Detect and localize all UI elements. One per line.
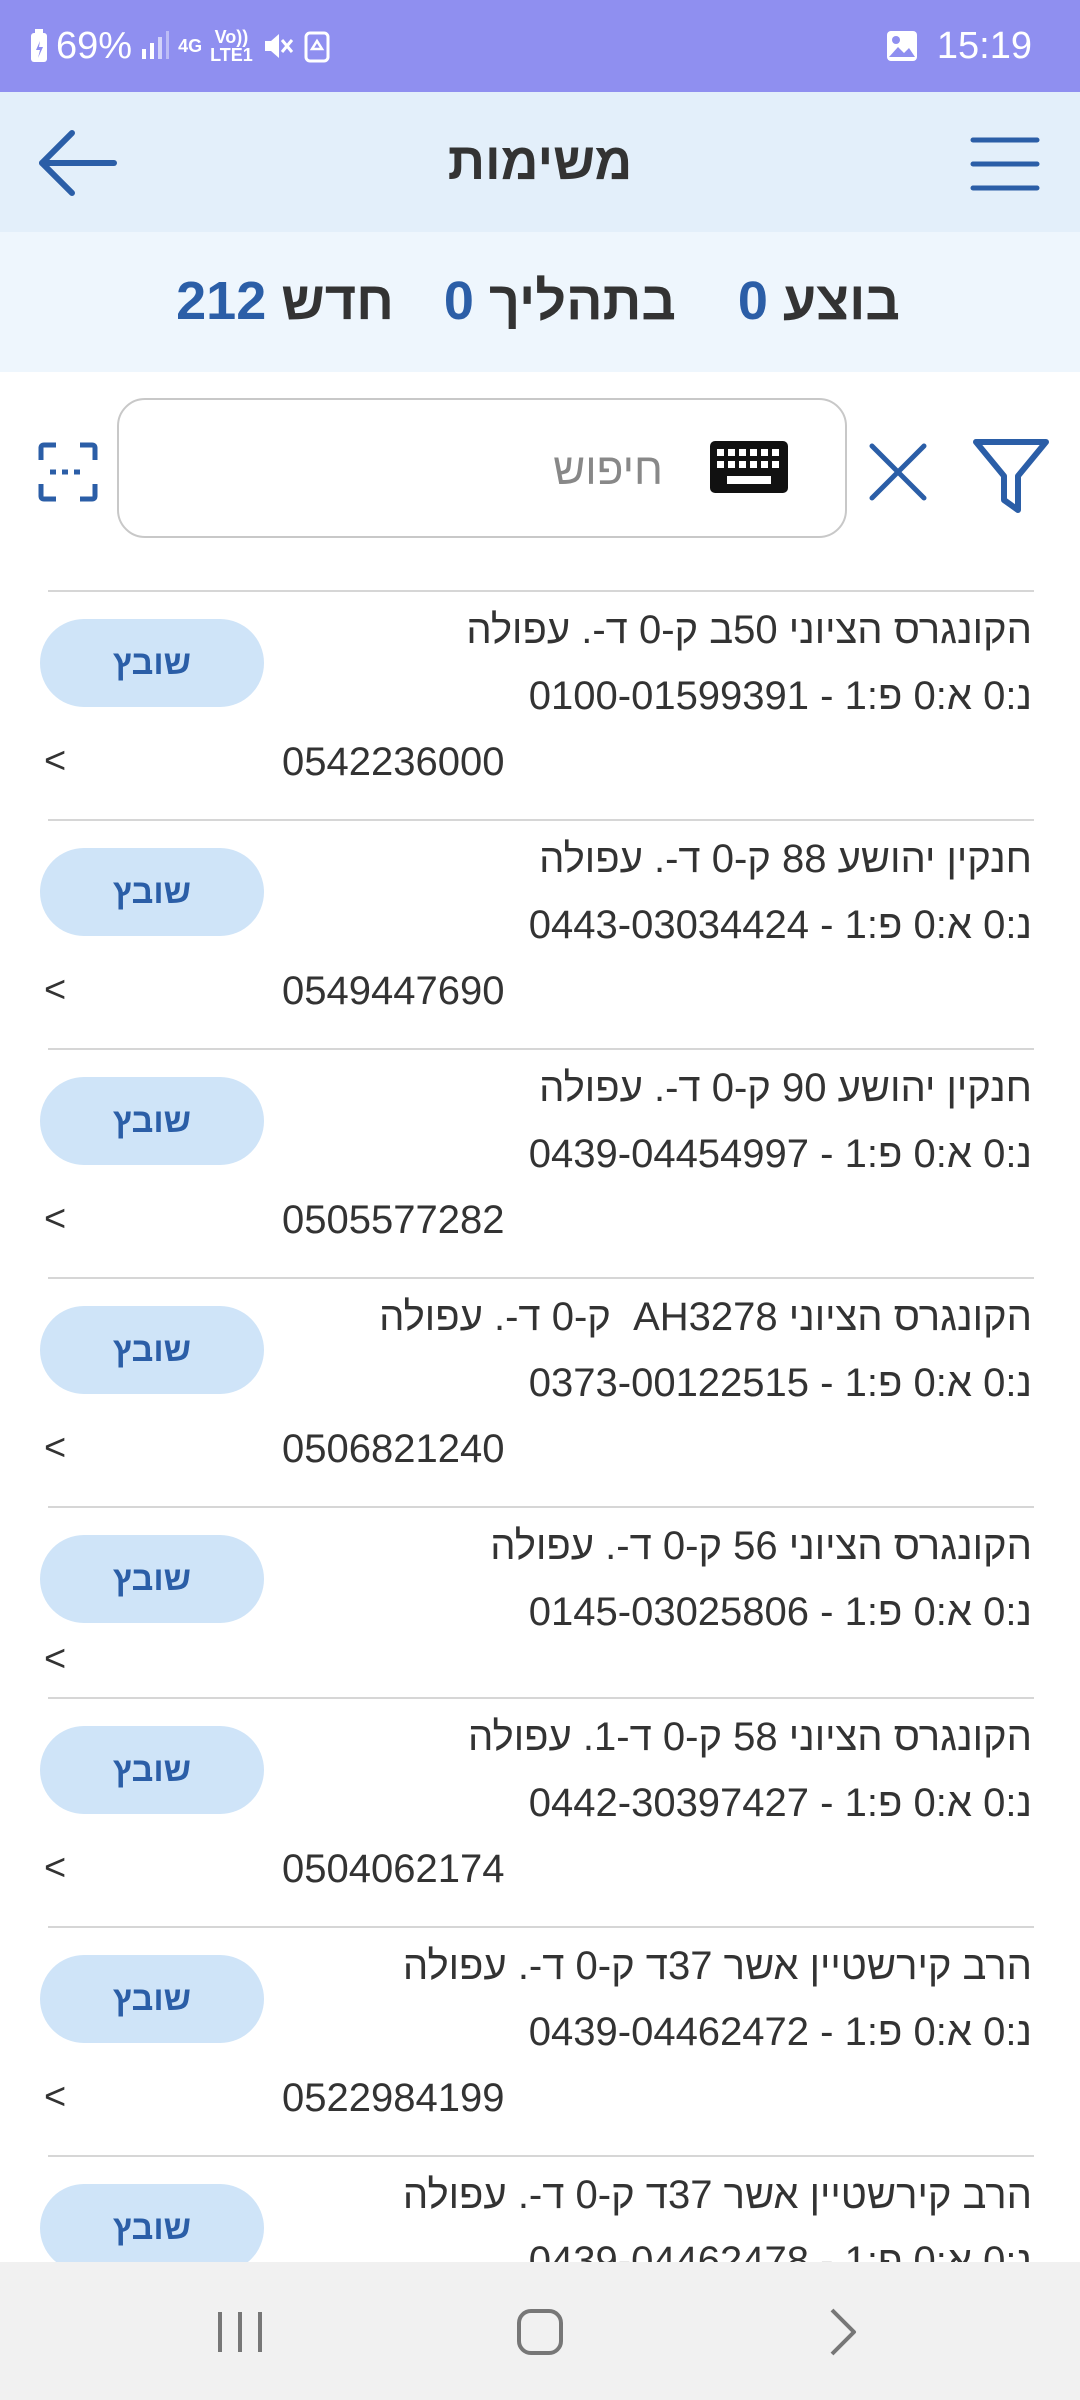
task-phone[interactable]: 0549447690 <box>282 969 504 1014</box>
task-ids: נ:0 א:0 פ:1 - 0439-04462472 <box>528 2010 1032 2054</box>
task-phone[interactable]: 0505577282 <box>282 1198 504 1243</box>
row-divider <box>48 819 1034 821</box>
chevron-icon[interactable]: < <box>44 2076 66 2119</box>
task-ids: נ:0 א:0 פ:1 - 0145-03025806 <box>528 1590 1032 1634</box>
task-ids: נ:0 א:0 פ:1 - 0373-00122515 <box>528 1361 1032 1405</box>
chevron-icon[interactable]: < <box>44 1638 66 1681</box>
battery-icon <box>30 29 48 63</box>
row-divider <box>48 1506 1034 1508</box>
chevron-icon[interactable]: < <box>44 1198 66 1241</box>
row-divider <box>48 1926 1034 1928</box>
page-title: משימות <box>447 133 633 191</box>
counter-done-label: בוצע <box>782 271 900 331</box>
status-badge[interactable]: שובץ <box>40 1077 264 1165</box>
row-divider <box>48 2155 1034 2157</box>
barcode-scan-icon <box>38 442 98 502</box>
home-button[interactable] <box>510 2302 570 2362</box>
task-ids: נ:0 א:0 פ:1 - 0443-03034424 <box>528 903 1032 947</box>
chevron-right-icon <box>830 2308 856 2356</box>
clear-search-button[interactable] <box>866 440 930 504</box>
status-badge[interactable]: שובץ <box>40 1535 264 1623</box>
list-item[interactable]: חנקין יהושע 88 ק-0 ד-. עפולה נ:0 א:0 פ:1… <box>0 819 1080 1047</box>
status-badge[interactable]: שובץ <box>40 1955 264 2043</box>
counter-new-value: 212 <box>176 271 267 331</box>
clock: 15:19 <box>936 24 1032 67</box>
chevron-icon[interactable]: < <box>44 1427 66 1470</box>
close-icon <box>869 443 927 501</box>
hamburger-menu-icon <box>970 137 1040 191</box>
row-divider <box>48 1048 1034 1050</box>
task-ids: נ:0 א:0 פ:1 - 0442-30397427 <box>528 1781 1032 1825</box>
search-box <box>117 398 847 538</box>
task-address: הקונגרס הציוני AH3278 ק-0 ד-. עפולה <box>379 1295 1032 1339</box>
status-badge[interactable]: שובץ <box>40 848 264 936</box>
counter-in-progress-label: בתהליך <box>488 271 676 331</box>
menu-button[interactable] <box>970 134 1040 194</box>
image-icon <box>885 29 919 63</box>
task-address: חנקין יהושע 90 ק-0 ד-. עפולה <box>539 1066 1032 1110</box>
chevron-icon[interactable]: < <box>44 1847 66 1890</box>
status-badge[interactable]: שובץ <box>40 1726 264 1814</box>
status-badge[interactable]: שובץ <box>40 1306 264 1394</box>
recent-apps-button[interactable] <box>210 2302 270 2362</box>
task-address: חנקין יהושע 88 ק-0 ד-. עפולה <box>539 837 1032 881</box>
status-badge[interactable]: שובץ <box>40 2184 264 2262</box>
task-ids: נ:0 א:0 פ:1 - 0100-01599391 <box>528 674 1032 718</box>
list-item[interactable]: הרב קירשטיין אשר 37ד ק-0 ד-. עפולה נ:0 א… <box>0 2155 1080 2262</box>
task-address: הרב קירשטיין אשר 37ד ק-0 ד-. עפולה <box>402 1944 1032 1988</box>
recent-apps-icon <box>218 2312 262 2352</box>
system-nav-bar <box>0 2262 1080 2400</box>
task-counters: בוצע 0 בתהליך 0 חדש 212 <box>0 232 1080 372</box>
counter-in-progress-value: 0 <box>443 271 474 331</box>
task-ids: נ:0 א:0 פ:1 - 0439-04454997 <box>528 1132 1032 1176</box>
filter-icon <box>973 439 1049 513</box>
keyboard-icon[interactable] <box>709 440 789 494</box>
task-phone[interactable]: 0504062174 <box>282 1847 504 1892</box>
list-item[interactable]: הקונגרס הציוני 58 ק-0 ד-1. עפולה נ:0 א:0… <box>0 1697 1080 1925</box>
status-bar-right: 15:19 <box>885 0 1032 92</box>
counter-done-value: 0 <box>737 271 768 331</box>
list-item[interactable]: הרב קירשטיין אשר 37ד ק-0 ד-. עפולה נ:0 א… <box>0 1926 1080 2154</box>
row-divider <box>48 1697 1034 1699</box>
volte-indicator: Vo)) LTE1 <box>210 28 253 64</box>
status-bar-left: 69% 4G Vo)) LTE1 <box>30 0 331 92</box>
task-phone[interactable]: 0542236000 <box>282 740 504 785</box>
home-icon <box>517 2309 563 2355</box>
volte-bottom: LTE1 <box>210 45 253 65</box>
task-ids: נ:0 א:0 פ:1 - 0439-04462478 <box>528 2239 1032 2262</box>
scan-button[interactable] <box>38 442 98 502</box>
network-type: 4G <box>178 36 203 56</box>
task-phone[interactable]: 0506821240 <box>282 1427 504 1472</box>
mute-icon <box>261 29 295 63</box>
row-divider <box>48 1277 1034 1279</box>
status-badge[interactable]: שובץ <box>40 619 264 707</box>
list-item[interactable]: חנקין יהושע 90 ק-0 ד-. עפולה נ:0 א:0 פ:1… <box>0 1048 1080 1276</box>
volte-top: Vo)) <box>214 27 249 47</box>
task-phone[interactable]: 0522984199 <box>282 2076 504 2121</box>
recycle-icon <box>303 29 331 63</box>
back-nav-button[interactable] <box>812 2302 872 2362</box>
app-header: משימות <box>0 92 1080 232</box>
chevron-icon[interactable]: < <box>44 740 66 783</box>
counter-new-label: חדש <box>281 271 394 331</box>
task-address: הקונגרס הציוני 56 ק-0 ד-. עפולה <box>490 1524 1032 1568</box>
status-bar: 69% 4G Vo)) LTE1 15:19 <box>0 0 1080 92</box>
list-item[interactable]: הקונגרס הציוני 56 ק-0 ד-. עפולה נ:0 א:0 … <box>0 1506 1080 1696</box>
battery-percent: 69% <box>56 24 133 67</box>
counter-done[interactable]: בוצע 0 <box>738 270 900 332</box>
task-address: הקונגרס הציוני 58 ק-0 ד-1. עפולה <box>467 1715 1032 1759</box>
search-input[interactable] <box>281 434 665 506</box>
counter-new[interactable]: חדש 212 <box>176 270 394 332</box>
list-item[interactable]: הקונגרס הציוני AH3278 ק-0 ד-. עפולה נ:0 … <box>0 1277 1080 1505</box>
chevron-icon[interactable]: < <box>44 969 66 1012</box>
task-list: הקונגרס הציוני 50ב ק-0 ד-. עפולה נ:0 א:0… <box>0 590 1080 2262</box>
row-divider <box>48 590 1034 592</box>
signal-icon <box>140 31 170 61</box>
counter-in-progress[interactable]: בתהליך 0 <box>444 270 676 332</box>
task-address: הקונגרס הציוני 50ב ק-0 ד-. עפולה <box>466 608 1032 652</box>
task-address: הרב קירשטיין אשר 37ד ק-0 ד-. עפולה <box>402 2173 1032 2217</box>
list-item[interactable]: הקונגרס הציוני 50ב ק-0 ד-. עפולה נ:0 א:0… <box>0 590 1080 818</box>
filter-button[interactable] <box>972 436 1050 516</box>
